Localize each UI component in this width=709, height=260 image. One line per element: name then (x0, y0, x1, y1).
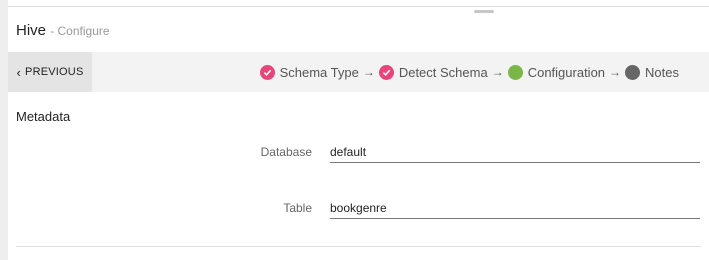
section-title: Metadata (16, 109, 71, 124)
check-circle-icon (378, 64, 394, 80)
arrow-right-icon: → (362, 65, 375, 79)
step-schema-type[interactable]: Schema Type (259, 64, 359, 80)
chevron-left-icon: ‹ (16, 64, 22, 80)
step-detect-schema[interactable]: Detect Schema (378, 64, 488, 80)
page-title-text: Hive (16, 22, 47, 39)
step-label: Schema Type (279, 64, 359, 80)
database-label: Database (260, 145, 312, 159)
database-field[interactable] (330, 142, 700, 163)
previous-button[interactable]: ‹ PREVIOUS (8, 52, 92, 92)
wizard-bar: ‹ PREVIOUS Schema Type → Detect Schema →… (8, 52, 709, 92)
left-panel-edge (0, 0, 8, 260)
step-configuration[interactable]: Configuration (507, 64, 606, 80)
page-subtitle: - Configure (50, 24, 110, 38)
current-step-circle-icon (507, 64, 523, 80)
step-label: Configuration (527, 64, 606, 80)
step-label: Notes (645, 64, 679, 80)
arrow-right-icon: → (491, 65, 504, 79)
drag-handle[interactable] (474, 10, 494, 13)
table-field[interactable] (330, 198, 700, 219)
step-label: Detect Schema (398, 64, 488, 80)
bottom-divider (16, 246, 701, 247)
pending-step-circle-icon (625, 64, 641, 80)
top-divider (8, 6, 709, 7)
check-circle-icon (259, 64, 275, 80)
arrow-right-icon: → (609, 65, 622, 79)
table-label: Table (283, 201, 312, 215)
wizard-steps: Schema Type → Detect Schema → Configurat… (259, 52, 679, 92)
previous-button-label: PREVIOUS (25, 66, 84, 78)
step-notes[interactable]: Notes (625, 64, 679, 80)
page-title: Hive - Configure (16, 22, 110, 39)
